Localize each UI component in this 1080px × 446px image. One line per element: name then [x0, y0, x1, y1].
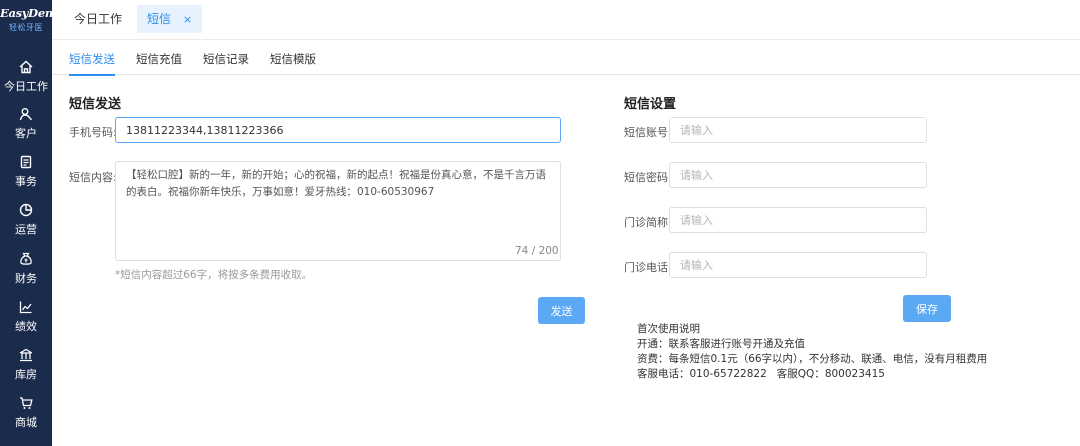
user-icon	[19, 108, 33, 121]
sidebar-item-label: 事务	[15, 175, 37, 188]
usage-notes: 首次使用说明 开通：联系客服进行账号开通及充值 资费：每条短信0.1元（66字以…	[637, 322, 987, 382]
usage-notes-line: 资费：每条短信0.1元（66字以内），不分移动、联通、电信，没有月租费用	[637, 353, 988, 365]
pie-chart-icon	[19, 203, 33, 217]
sub-tab-bar: 短信发送 短信充值 短信记录 短信模版	[52, 40, 1080, 76]
save-button[interactable]: 保存	[903, 295, 951, 322]
usage-notes-line: 开通：联系客服进行账号开通及充值	[637, 338, 805, 350]
account-label: 短信账号:	[624, 126, 672, 139]
clipboard-icon	[20, 155, 32, 169]
sidebar-item-label: 今日工作	[4, 80, 48, 93]
logo[interactable]: EasyDent 轻松牙医	[0, 6, 58, 33]
phone-value: 13811223344,13811223366	[126, 123, 284, 137]
tab-sms-send[interactable]: 短信发送	[69, 51, 115, 76]
sidebar-item-mall[interactable]: 商城	[0, 396, 52, 440]
logo-subtext: 轻松牙医	[9, 23, 43, 32]
usage-notes-line: 客服电话：010-65722822 客服QQ：800023415	[637, 368, 885, 380]
sidebar-item-label: 商城	[15, 416, 37, 429]
send-button[interactable]: 发送	[538, 297, 585, 324]
account-placeholder: 请输入	[680, 124, 713, 137]
password-label: 短信密码:	[624, 171, 672, 184]
char-counter: 74 / 200	[515, 245, 559, 257]
home-icon	[19, 60, 33, 74]
sidebar-item-performance[interactable]: 绩效	[0, 300, 52, 344]
warehouse-icon	[19, 348, 33, 362]
sidebar-item-operations[interactable]: 运营	[0, 203, 52, 247]
password-input[interactable]: 请输入	[669, 162, 927, 188]
money-bag-icon	[20, 252, 32, 265]
clinic-short-name-input[interactable]: 请输入	[669, 207, 927, 233]
sidebar-item-finance[interactable]: 财务	[0, 252, 52, 296]
sidebar-item-label: 运营	[15, 223, 37, 236]
tab-sms-records[interactable]: 短信记录	[203, 51, 249, 74]
settings-section-title: 短信设置	[624, 97, 677, 112]
tab-label: 今日工作	[74, 12, 123, 26]
clinic-phone-label: 门诊电话:	[624, 261, 672, 274]
clinic-phone-input[interactable]: 请输入	[669, 252, 927, 278]
tab-sms-templates[interactable]: 短信模版	[270, 51, 316, 74]
clinic-phone-placeholder: 请输入	[680, 259, 713, 272]
sidebar-item-customer[interactable]: 客户	[0, 107, 52, 151]
content-value: 【轻松口腔】新的一年，新的开始；心的祝福，新的起点！祝福是份真心意，不是千言万语…	[126, 169, 546, 198]
clinic-short-name-placeholder: 请输入	[680, 214, 713, 227]
sidebar-item-affairs[interactable]: 事务	[0, 155, 52, 199]
sidebar-item-label: 财务	[15, 272, 37, 285]
account-input[interactable]: 请输入	[669, 117, 927, 143]
phone-input[interactable]: 13811223344,13811223366	[115, 117, 561, 143]
sidebar-item-label: 库房	[15, 368, 37, 381]
send-section-title: 短信发送	[69, 97, 122, 112]
tab-sms[interactable]: 短信 ×	[137, 5, 203, 33]
tab-sms-recharge[interactable]: 短信充值	[136, 51, 182, 74]
tab-today-work[interactable]: 今日工作	[64, 5, 132, 33]
sidebar-item-label: 绩效	[15, 320, 37, 333]
content-label: 短信内容:	[69, 171, 117, 184]
length-hint: *短信内容超过66字，将按多条费用收取。	[115, 269, 313, 281]
sidebar-item-label: 客户	[15, 127, 37, 140]
sidebar-item-warehouse[interactable]: 库房	[0, 348, 52, 392]
password-placeholder: 请输入	[680, 169, 713, 182]
close-icon[interactable]: ×	[183, 13, 192, 26]
sidebar-item-today-work[interactable]: 今日工作	[0, 60, 52, 104]
content-textarea[interactable]: 【轻松口腔】新的一年，新的开始；心的祝福，新的起点！祝福是份真心意，不是千言万语…	[115, 161, 561, 261]
tab-label: 短信	[147, 12, 172, 26]
top-tab-bar: 今日工作 短信 ×	[52, 0, 1080, 40]
sidebar: EasyDent 轻松牙医 今日工作 客户 事务 运营 财务 绩效 库房 商城	[0, 0, 58, 446]
cart-icon	[20, 397, 33, 409]
phone-label: 手机号码:	[69, 126, 117, 139]
logo-text: EasyDent	[0, 6, 58, 20]
usage-notes-title: 首次使用说明	[637, 323, 700, 335]
line-chart-icon	[19, 301, 32, 314]
clinic-short-name-label: 门诊简称:	[624, 216, 672, 229]
